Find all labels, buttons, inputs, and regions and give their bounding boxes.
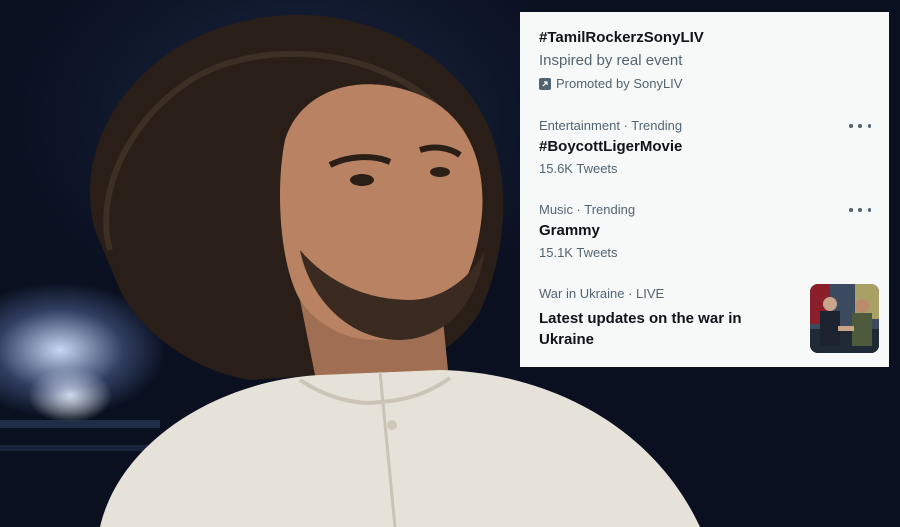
promoted-arrow-icon [539,78,551,90]
promoted-trend-description: Inspired by real event [539,52,683,69]
trend-title[interactable]: Latest updates on the war in Ukraine [539,308,794,350]
trend-context: War in Ukraine · LIVE [539,286,665,301]
news-thumbnail[interactable] [810,284,879,353]
promoted-trend-title[interactable]: #TamilRockerzSonyLIV [539,28,871,48]
trends-panel: #TamilRockerzSonyLIV Inspired by real ev… [520,12,889,367]
trend-title[interactable]: Grammy [539,221,871,241]
promoted-trend[interactable]: #TamilRockerzSonyLIV Inspired by real ev… [539,28,871,92]
more-options-icon[interactable] [849,120,871,132]
trend-tweet-count: 15.6K Tweets [539,161,618,176]
promoted-label-text: Promoted by SonyLIV [556,76,683,91]
trend-item[interactable]: Entertainment · Trending #BoycottLigerMo… [539,118,871,177]
trend-tweet-count: 15.1K Tweets [539,245,618,260]
news-thumbnail-image [810,284,879,353]
trend-context: Music · Trending [539,202,636,217]
trend-title[interactable]: #BoycottLigerMovie [539,137,871,157]
promoted-label: Promoted by SonyLIV [539,76,871,92]
trend-context: Entertainment · Trending [539,118,683,133]
news-trend-item[interactable]: War in Ukraine · LIVE Latest updates on … [539,286,794,350]
trend-item[interactable]: Music · Trending Grammy 15.1K Tweets [539,202,871,261]
more-options-icon[interactable] [849,204,871,216]
